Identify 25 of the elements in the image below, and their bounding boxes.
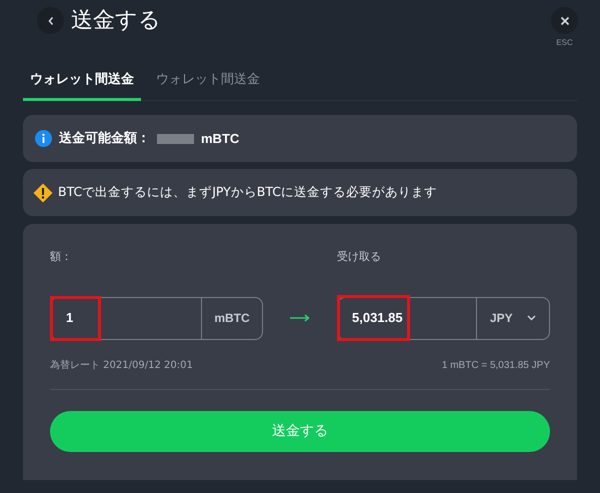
rate-timestamp: 為替レート 2021/09/12 20:01: [50, 358, 193, 372]
back-button[interactable]: [37, 7, 64, 34]
redacted-amount: [157, 134, 194, 144]
warning-text: BTCで出金するには、まずJPYからBTCに送金する必要があります: [58, 183, 437, 202]
currency-dropdown[interactable]: JPY: [476, 298, 549, 338]
chevron-down-icon: [527, 315, 536, 321]
amount-label: 額：: [50, 249, 73, 265]
tab[interactable]: ウォレット間送金: [149, 62, 267, 101]
warning-icon: [33, 182, 53, 202]
receive-label: 受け取る: [337, 249, 381, 265]
info-icon: [35, 130, 52, 147]
page-title: 送金する: [71, 10, 161, 32]
exchange-rate: 1 mBTC = 5,031.85 JPY: [442, 358, 550, 372]
receive-field[interactable]: 5,031.85 JPY: [337, 296, 550, 340]
info-unit: mBTC: [201, 130, 240, 148]
close-icon: [560, 16, 570, 26]
arrow-right-icon: [290, 314, 310, 322]
close-button[interactable]: [551, 7, 578, 34]
chevron-left-icon: [46, 16, 54, 26]
unit-label: mBTC: [201, 298, 262, 338]
tab[interactable]: ウォレット間送金: [23, 62, 141, 101]
shortcut-hint: ESC: [556, 37, 573, 49]
highlight-frame: [50, 296, 101, 340]
amount-field[interactable]: 1 mBTC: [50, 296, 263, 340]
info-label: 送金可能金額：: [59, 130, 150, 148]
